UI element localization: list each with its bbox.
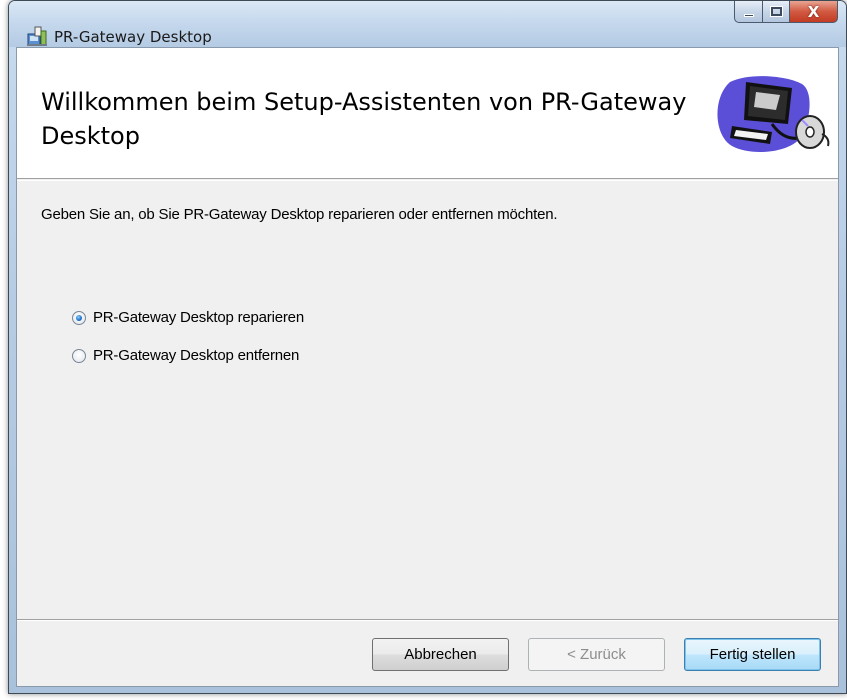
remove-radio[interactable] bbox=[72, 348, 86, 363]
cancel-button[interactable]: Abbrechen bbox=[372, 638, 509, 671]
footer-divider-highlight bbox=[17, 620, 838, 621]
finish-button[interactable]: Fertig stellen bbox=[684, 638, 821, 671]
page-title: Willkommen beim Setup-Assistenten von PR… bbox=[41, 88, 687, 150]
close-button[interactable]: X bbox=[790, 1, 838, 23]
back-button[interactable]: < Zurück bbox=[528, 638, 665, 671]
minimize-button[interactable] bbox=[734, 1, 763, 23]
banner-separator bbox=[17, 180, 838, 181]
dialog-client-area: Willkommen beim Setup-Assistenten von PR… bbox=[16, 47, 839, 687]
title-bar[interactable]: PR-Gateway Desktop X bbox=[9, 1, 846, 47]
caption-buttons: X bbox=[734, 1, 838, 23]
maximize-button[interactable] bbox=[763, 1, 790, 23]
maximize-icon bbox=[769, 6, 783, 17]
minimize-icon bbox=[743, 13, 754, 17]
computer-cd-icon bbox=[717, 76, 830, 152]
setup-window: PR-Gateway Desktop X Willkommen beim Set… bbox=[8, 0, 847, 694]
option-repair[interactable]: PR-Gateway Desktop reparieren bbox=[72, 309, 304, 326]
header-banner: Willkommen beim Setup-Assistenten von PR… bbox=[17, 48, 838, 179]
repair-label: PR-Gateway Desktop reparieren bbox=[93, 309, 304, 326]
remove-label: PR-Gateway Desktop entfernen bbox=[93, 347, 300, 364]
repair-radio[interactable] bbox=[72, 310, 86, 325]
installer-app-icon bbox=[27, 26, 47, 46]
window-title: PR-Gateway Desktop bbox=[54, 28, 212, 46]
instruction-text: Geben Sie an, ob Sie PR-Gateway Desktop … bbox=[41, 206, 558, 223]
close-icon: X bbox=[807, 2, 820, 21]
option-remove[interactable]: PR-Gateway Desktop entfernen bbox=[72, 347, 299, 364]
